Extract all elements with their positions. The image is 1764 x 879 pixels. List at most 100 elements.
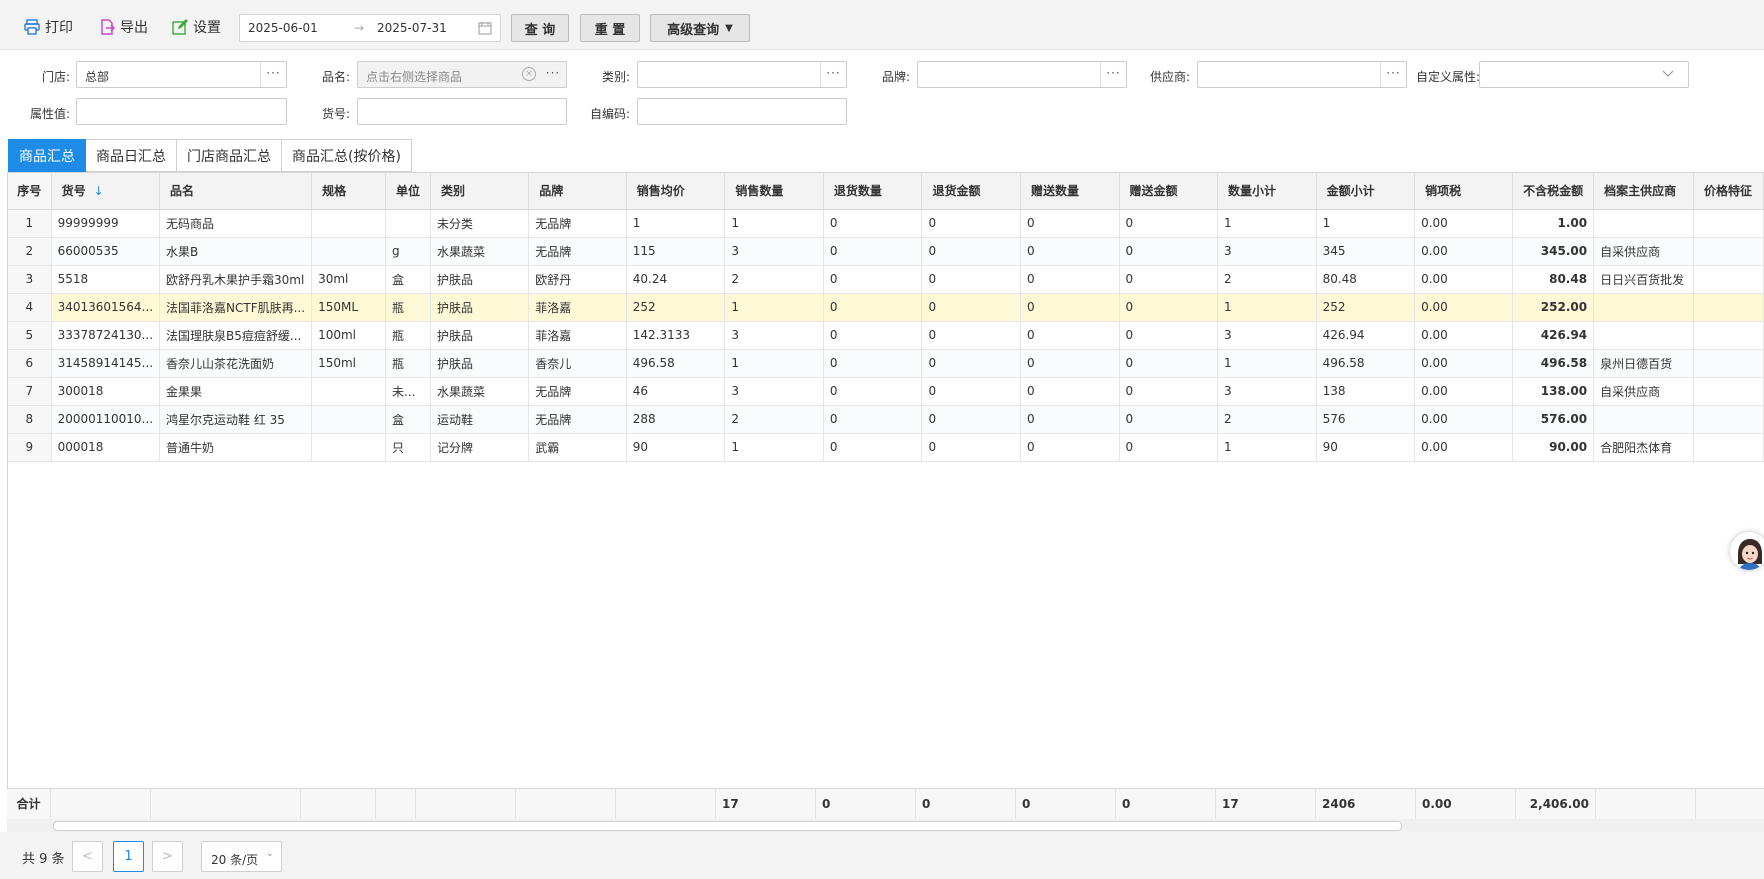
table-row[interactable]: 1 99999999 无码商品 未分类 无品牌 1 1 0 0 0 0 1 1 0.00 1.00 bbox=[8, 209, 1764, 238]
settings-label: 设置 bbox=[193, 20, 221, 36]
cell-spec bbox=[311, 405, 387, 434]
cell-main-supplier: 泉州日德百货 bbox=[1593, 349, 1694, 378]
toolbar: 打印 导出 设置 2025-06-01 → 2025-07-31 查 询 重 置… bbox=[0, 0, 1764, 50]
current-page-button[interactable]: 1 bbox=[113, 841, 144, 872]
calendar-icon[interactable] bbox=[478, 21, 492, 35]
brand-input[interactable]: ··· bbox=[917, 61, 1127, 88]
cell-sales-qty: 1 bbox=[724, 433, 824, 462]
cell-return-qty: 0 bbox=[823, 209, 923, 238]
cell-category: 水果蔬菜 bbox=[430, 377, 530, 406]
table-row[interactable]: 5 33378724130... 法国理肤泉B5痘痘舒缓... 100ml 瓶护肤品 菲洛… bbox=[8, 321, 1764, 350]
clear-icon[interactable]: × bbox=[522, 67, 536, 81]
col-header-sku[interactable]: 货号 ↓ bbox=[51, 173, 161, 210]
date-end[interactable]: 2025-07-31 bbox=[377, 21, 447, 35]
category-picker-button[interactable]: ··· bbox=[820, 62, 846, 87]
store-picker-button[interactable]: ··· bbox=[260, 62, 286, 87]
custom-attr-select[interactable] bbox=[1479, 61, 1689, 88]
cell-category: 护肤品 bbox=[430, 293, 530, 322]
col-header-gift-qty[interactable]: 赠送数量 bbox=[1020, 173, 1120, 210]
col-header-return-amt[interactable]: 退货金额 bbox=[921, 173, 1021, 210]
col-header-price-feature[interactable]: 价格特征 bbox=[1693, 173, 1764, 210]
selfcode-input[interactable] bbox=[637, 98, 847, 125]
date-range-picker[interactable]: 2025-06-01 → 2025-07-31 bbox=[239, 14, 501, 42]
table-row[interactable]: 7 300018 金果果 未... 水果蔬菜 无品牌 46 3 0 0 0 0 3 138 0.00 138.… bbox=[8, 377, 1764, 406]
col-header-category[interactable]: 类别 bbox=[430, 173, 530, 210]
brand-picker-button[interactable]: ··· bbox=[1100, 62, 1126, 87]
cell-return-amt: 0 bbox=[921, 405, 1021, 434]
col-header-output-tax[interactable]: 销项税 bbox=[1414, 173, 1514, 210]
cell-brand: 香奈儿 bbox=[528, 349, 627, 378]
table-row[interactable]: 6 31458914145... 香奈儿山茶花洗面奶 150ml 瓶护肤品 香奈儿 496.… bbox=[8, 349, 1764, 378]
table-row[interactable]: 8 20000110010... 鸿星尔克运动鞋 红 35 盒运动鞋 无品牌 288 2 0 0… bbox=[8, 405, 1764, 434]
scrollbar-thumb[interactable] bbox=[53, 821, 1402, 831]
cell-category: 护肤品 bbox=[430, 321, 530, 350]
col-header-label: 类别 bbox=[441, 184, 466, 199]
print-label: 打印 bbox=[45, 20, 73, 36]
cell-price-feature bbox=[1693, 209, 1764, 238]
supplier-input[interactable]: ··· bbox=[1197, 61, 1407, 88]
chevron-down-icon bbox=[1662, 70, 1674, 77]
col-header-return-qty[interactable]: 退货数量 bbox=[823, 173, 923, 210]
col-header-avg-price[interactable]: 销售均价 bbox=[626, 173, 726, 210]
chevron-down-icon: ⌄ bbox=[265, 848, 274, 859]
product-picker-button[interactable]: ··· bbox=[540, 62, 566, 87]
print-button[interactable]: 打印 bbox=[24, 17, 73, 37]
cell-sku: 99999999 bbox=[51, 209, 161, 238]
totals-cell bbox=[151, 789, 301, 820]
tab-store-product[interactable]: 门店商品汇总 bbox=[177, 139, 282, 172]
cell-return-amt: 0 bbox=[921, 349, 1021, 378]
col-header-label: 序号 bbox=[17, 184, 42, 199]
col-header-main-supplier[interactable]: 档案主供应商 bbox=[1593, 173, 1694, 210]
horizontal-scrollbar[interactable] bbox=[7, 819, 1764, 832]
settings-button[interactable]: 设置 bbox=[172, 17, 221, 37]
category-input[interactable]: ··· bbox=[637, 61, 847, 88]
prev-page-button[interactable]: < bbox=[72, 841, 103, 872]
cell-sku: 31458914145... bbox=[51, 349, 161, 378]
query-button[interactable]: 查 询 bbox=[511, 14, 569, 42]
date-start[interactable]: 2025-06-01 bbox=[248, 21, 318, 35]
cell-gift-qty: 0 bbox=[1020, 321, 1120, 350]
cell-unit: 未... bbox=[385, 377, 432, 406]
col-header-qty-subtotal[interactable]: 数量小计 bbox=[1217, 173, 1317, 210]
cell-net-amount: 138.00 bbox=[1512, 377, 1595, 406]
col-header-brand[interactable]: 品牌 bbox=[528, 173, 627, 210]
totals-gift-qty: 0 bbox=[1016, 789, 1116, 820]
assistant-avatar[interactable] bbox=[1729, 531, 1764, 571]
table-row[interactable]: 4 34013601564... 法国菲洛嘉NCTF肌肤再... 150ML 瓶护肤品菲… bbox=[8, 293, 1764, 322]
next-page-button[interactable]: > bbox=[152, 841, 183, 872]
col-header-sales-qty[interactable]: 销售数量 bbox=[724, 173, 824, 210]
reset-button[interactable]: 重 置 bbox=[580, 14, 640, 42]
table-row[interactable]: 2 66000535 水果B g 水果蔬菜 无品牌 115 3 0 0 0 0 3 345 0.00 345.… bbox=[8, 237, 1764, 266]
tab-product-by-price[interactable]: 商品汇总(按价格) bbox=[282, 139, 412, 172]
cell-gift-amt: 0 bbox=[1119, 293, 1219, 322]
totals-amt-subtotal: 2406 bbox=[1316, 789, 1416, 820]
col-header-net-amount[interactable]: 不含税金额 bbox=[1512, 173, 1595, 210]
col-header-amt-subtotal[interactable]: 金额小计 bbox=[1316, 173, 1416, 210]
col-header-product-name[interactable]: 品名 bbox=[159, 173, 313, 210]
attr-value-input[interactable] bbox=[76, 98, 287, 125]
cell-unit: 盒 bbox=[385, 265, 432, 294]
report-tabs: 商品汇总 商品日汇总 门店商品汇总 商品汇总(按价格) bbox=[8, 139, 412, 172]
col-header-unit[interactable]: 单位 bbox=[385, 173, 432, 210]
page-size-select[interactable]: 20 条/页 ⌄ bbox=[201, 841, 282, 872]
tab-product-summary[interactable]: 商品汇总 bbox=[8, 139, 86, 172]
col-header-label: 不含税金额 bbox=[1523, 184, 1584, 199]
cell-gift-amt: 0 bbox=[1119, 237, 1219, 266]
cell-qty-subtotal: 3 bbox=[1217, 377, 1317, 406]
cell-spec bbox=[311, 237, 387, 266]
cell-sku: 66000535 bbox=[51, 237, 161, 266]
col-header-index[interactable]: 序号 bbox=[8, 173, 52, 210]
advanced-query-button[interactable]: 高级查询 ▼ bbox=[650, 14, 750, 42]
tab-product-daily[interactable]: 商品日汇总 bbox=[86, 139, 177, 172]
table-row[interactable]: 3 5518 欧舒丹乳木果护手霜30ml 30ml 盒护肤品 欧舒丹 40.24 2 0 0 0 0 2… bbox=[8, 265, 1764, 294]
assistant-face-icon bbox=[1730, 532, 1764, 570]
export-button[interactable]: 导出 bbox=[99, 17, 148, 37]
totals-cell bbox=[301, 789, 376, 820]
store-input[interactable]: 总部 ··· bbox=[76, 61, 287, 88]
table-row[interactable]: 9 000018 普通牛奶只记分牌 武霸 90 1 0 0 0 0 1 90 0.00 90.00 合肥阳杰… bbox=[8, 433, 1764, 462]
product-input[interactable]: 点击右侧选择商品 × ··· bbox=[357, 61, 567, 88]
col-header-spec[interactable]: 规格 bbox=[311, 173, 387, 210]
sku-input[interactable] bbox=[357, 98, 567, 125]
sort-arrow-icon[interactable]: ↓ bbox=[94, 184, 104, 198]
col-header-gift-amt[interactable]: 赠送金额 bbox=[1119, 173, 1219, 210]
